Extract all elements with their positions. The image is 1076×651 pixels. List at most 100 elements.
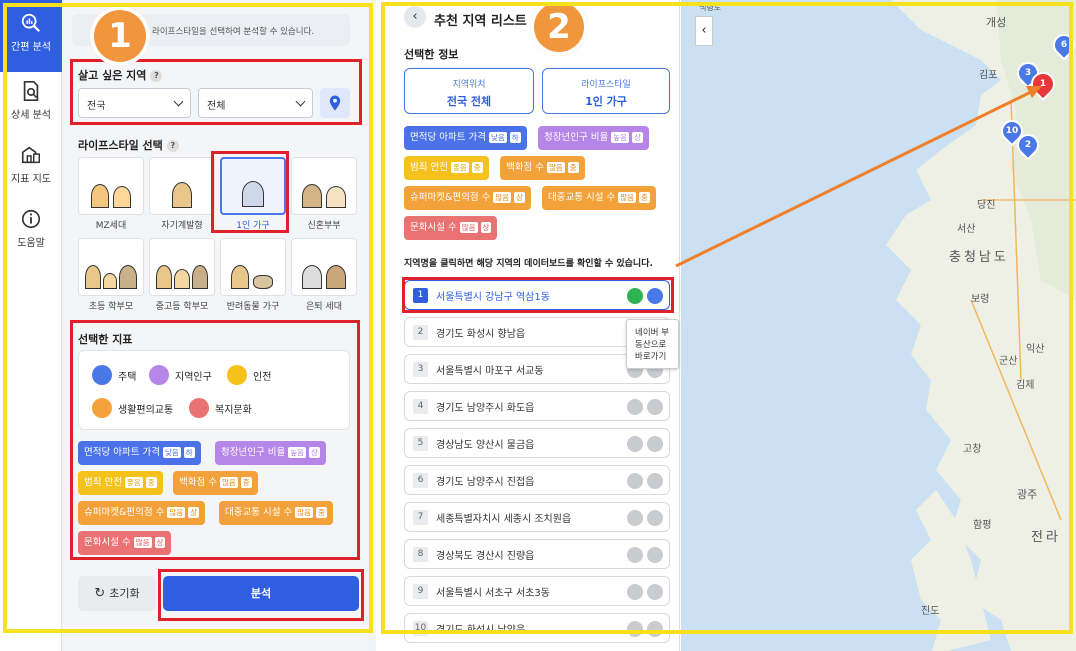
location-value: 전국 전체 bbox=[446, 95, 492, 108]
nav-indicator-map[interactable]: 지표 지도 bbox=[0, 140, 62, 200]
step-badge-1: 1 bbox=[90, 6, 150, 66]
house-gray-icon[interactable] bbox=[647, 473, 663, 489]
chip-culture: 문화시설 수 많음 상 bbox=[404, 216, 498, 240]
newlywed-illustration-icon bbox=[291, 157, 357, 215]
house-gray-icon[interactable] bbox=[627, 547, 643, 563]
back-button[interactable]: ‹ bbox=[404, 6, 426, 28]
region-name: 경상남도 양산시 물금읍 bbox=[436, 439, 535, 451]
middle-high-parent-illustration-icon bbox=[149, 238, 215, 296]
region-select-sido[interactable]: 전국 bbox=[78, 88, 191, 118]
region-name: 경상북도 경산시 진량읍 bbox=[436, 550, 535, 562]
location-button[interactable] bbox=[320, 88, 350, 118]
indicators-title: 선택한 지표 bbox=[78, 331, 132, 347]
list-title-text: 추천 지역 리스트 bbox=[434, 14, 527, 29]
house-gray-icon[interactable] bbox=[647, 621, 663, 637]
lifestyle-label: 중고등 학부모 bbox=[155, 302, 209, 312]
house-gray-icon[interactable] bbox=[627, 399, 643, 415]
selected-info-text: 선택한 정보 bbox=[404, 48, 459, 61]
chip-crime-safety: 범죄 안전 좋음 중 bbox=[78, 471, 163, 495]
list-item[interactable]: 8 경상북도 경산시 진량읍 bbox=[404, 539, 670, 569]
map-label: 김제 bbox=[1016, 380, 1035, 391]
help-icon[interactable]: ? bbox=[150, 70, 163, 82]
nav-label: 간편 분석 bbox=[11, 42, 51, 53]
nav-label: 도움말 bbox=[17, 238, 45, 249]
house-gray-icon[interactable] bbox=[647, 584, 663, 600]
lifestyle-label: 1인 가구 bbox=[236, 221, 270, 231]
house-icon bbox=[92, 365, 112, 385]
lifestyle-pet[interactable]: 반려동물 가구 bbox=[220, 238, 286, 312]
reset-label: 초기화 bbox=[109, 587, 140, 600]
house-gray-icon[interactable] bbox=[627, 473, 643, 489]
lifestyle-newlywed[interactable]: 신혼부부 bbox=[291, 157, 357, 231]
nav-simple-analysis[interactable]: 간편 분석 bbox=[0, 0, 62, 72]
house-gray-icon[interactable] bbox=[647, 510, 663, 526]
house-gray-icon[interactable] bbox=[627, 584, 643, 600]
list-item[interactable]: 10 경기도 화성시 남양읍 bbox=[404, 613, 670, 643]
lifestyle-mz[interactable]: MZ세대 bbox=[78, 157, 144, 231]
region-name: 서울특별시 서초구 서초3동 bbox=[436, 587, 550, 599]
region-name: 서울특별시 마포구 서교동 bbox=[436, 365, 544, 377]
region-select-sigungu[interactable]: 전체 bbox=[198, 88, 313, 118]
nav-detail-analysis[interactable]: 상세 분석 bbox=[0, 76, 62, 136]
chip-transit: 대중교통 시설 수 많음 중 bbox=[542, 186, 656, 210]
collapse-panel-button[interactable]: ‹ bbox=[695, 16, 713, 46]
region-name: 경기도 남양주시 진접읍 bbox=[436, 476, 535, 488]
lifestyle-label: 은퇴 세대 bbox=[306, 302, 342, 312]
list-item[interactable]: 5 경상남도 양산시 물금읍 bbox=[404, 428, 670, 458]
lifestyle-single[interactable]: 1인 가구 bbox=[220, 157, 286, 231]
location-info-box: 지역위치 전국 전체 bbox=[404, 68, 534, 114]
recommend-list-panel: ‹ 추천 지역 리스트 2 선택한 정보 지역위치 전국 전체 라이프스타일 1인 … bbox=[380, 0, 680, 651]
chip-young-ratio: 청장년인구 비율 높음 상 bbox=[215, 441, 326, 465]
lifestyle-label: 자기계발형 bbox=[161, 221, 203, 231]
lifestyle-label: 초등 학부모 bbox=[88, 302, 134, 312]
map-label: 서산 bbox=[957, 224, 976, 235]
selected-info-title: 선택한 정보 bbox=[404, 46, 458, 62]
map-view[interactable]: ‹ 개성 백령도 김포 당진 서산 충청남도 보령 군산 익산 김제 광주 전라… bbox=[681, 0, 1076, 651]
lifestyle-self-dev[interactable]: 자기계발형 bbox=[149, 157, 215, 231]
heart-icon bbox=[189, 398, 209, 418]
region-title: 살고 싶은 지역? bbox=[78, 67, 163, 83]
chip-crime-safety: 범죄 안전 좋음 중 bbox=[404, 156, 489, 180]
chip-supermarket: 슈퍼마켓&편의점 수 많음 상 bbox=[404, 186, 532, 210]
map-label: 익산 bbox=[1026, 344, 1045, 355]
reset-button[interactable]: ↻ 초기화 bbox=[78, 576, 156, 611]
help-icon[interactable]: ? bbox=[166, 140, 179, 152]
house-gray-icon[interactable] bbox=[627, 621, 643, 637]
list-item[interactable]: 9 서울특별시 서초구 서초3동 bbox=[404, 576, 670, 606]
analyze-button[interactable]: 분석 bbox=[163, 576, 359, 611]
tooltip-text: 네이버 부동산으로 바로가기 bbox=[635, 328, 669, 362]
list-hint: 지역명을 클릭하면 해당 지역의 데이터보드를 확인할 수 있습니다. bbox=[404, 256, 653, 269]
map-label: 보령 bbox=[971, 294, 990, 305]
list-item[interactable]: 1 서울특별시 강남구 역삼1동 bbox=[404, 280, 670, 310]
lifestyle-title-text: 라이프스타일 선택 bbox=[78, 139, 163, 152]
list-item[interactable]: 6 경기도 남양주시 진접읍 bbox=[404, 465, 670, 495]
mz-illustration-icon bbox=[78, 157, 144, 215]
lifestyle-middle-high[interactable]: 중고등 학부모 bbox=[149, 238, 215, 312]
region-name: 세종특별자치시 세종시 조치원읍 bbox=[436, 513, 572, 525]
nav-help[interactable]: 도움말 bbox=[0, 204, 62, 264]
lifestyle-elementary[interactable]: 초등 학부모 bbox=[78, 238, 144, 312]
pet-household-illustration-icon bbox=[220, 238, 286, 296]
self-dev-illustration-icon bbox=[149, 157, 215, 215]
map-label: 백령도 bbox=[699, 3, 722, 12]
house-blue-icon[interactable] bbox=[647, 288, 663, 304]
indicator-population: 지역인구 bbox=[149, 365, 212, 385]
list-item[interactable]: 7 세종특별자치시 세종시 조치원읍 bbox=[404, 502, 670, 532]
map-label: 군산 bbox=[999, 356, 1018, 367]
step-badge-2: 2 bbox=[530, 0, 588, 56]
house-gray-icon[interactable] bbox=[627, 436, 643, 452]
house-green-icon[interactable] bbox=[627, 288, 643, 304]
lifestyle-retired[interactable]: 은퇴 세대 bbox=[291, 238, 357, 312]
house-gray-icon[interactable] bbox=[627, 510, 643, 526]
house-gray-icon[interactable] bbox=[647, 399, 663, 415]
indicator-housing: 주택 bbox=[92, 365, 136, 385]
house-gray-icon[interactable] bbox=[647, 547, 663, 563]
list-item[interactable]: 4 경기도 남양주시 화도읍 bbox=[404, 391, 670, 421]
map-label: 광주 bbox=[1017, 488, 1038, 501]
chip-dept-store: 백화점 수 많음 중 bbox=[173, 471, 258, 495]
chevron-down-icon bbox=[295, 96, 306, 107]
chip-apt-price: 면적당 아파트 가격 낮음 하 bbox=[404, 126, 527, 150]
region-name: 경기도 화성시 남양읍 bbox=[436, 624, 526, 636]
select-value: 전국 bbox=[87, 101, 106, 112]
house-gray-icon[interactable] bbox=[647, 436, 663, 452]
